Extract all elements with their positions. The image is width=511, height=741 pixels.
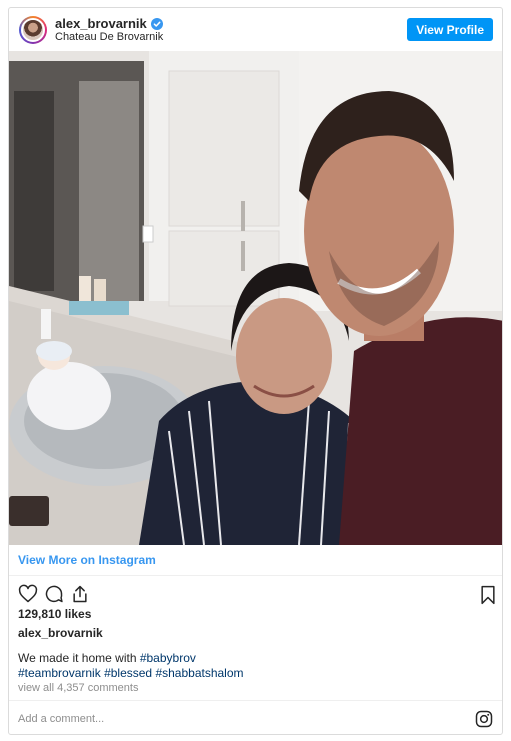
hashtag-link[interactable]: #babybrov: [140, 651, 196, 665]
instagram-logo-icon[interactable]: [475, 710, 493, 728]
heart-icon[interactable]: [18, 584, 38, 604]
location-link[interactable]: Chateau De Brovarnik: [55, 31, 163, 43]
view-more-link[interactable]: View More on Instagram: [9, 545, 502, 576]
avatar-image: [21, 18, 45, 42]
instagram-embed-card: alex_brovarnik Chateau De Brovarnik View…: [8, 7, 503, 735]
avatar[interactable]: [19, 16, 47, 44]
caption-username[interactable]: alex_brovarnik: [18, 626, 103, 640]
hashtag-link[interactable]: #teambrovarnik: [18, 666, 101, 680]
likes-count[interactable]: 129,810 likes: [18, 607, 91, 621]
caption: We made it home with #babybrov #teambrov…: [18, 651, 488, 681]
action-bar: [17, 584, 496, 606]
caption-text: We made it home with: [18, 651, 140, 665]
hashtag-link[interactable]: #blessed: [104, 666, 152, 680]
username-link[interactable]: alex_brovarnik: [55, 16, 147, 31]
username-row: alex_brovarnik: [55, 16, 163, 31]
view-profile-button[interactable]: View Profile: [407, 18, 493, 41]
add-comment-placeholder: Add a comment...: [18, 712, 105, 725]
bookmark-icon[interactable]: [478, 584, 498, 606]
verified-badge-icon: [150, 17, 163, 30]
photo-illustration: [9, 51, 502, 545]
view-all-comments-link[interactable]: view all 4,357 comments: [18, 682, 138, 694]
add-comment-bar[interactable]: Add a comment...: [9, 700, 502, 734]
post-photo[interactable]: [9, 51, 502, 545]
hashtag-link[interactable]: #shabbatshalom: [155, 666, 243, 680]
post-header: alex_brovarnik Chateau De Brovarnik View…: [9, 8, 502, 51]
comment-icon[interactable]: [44, 584, 64, 604]
share-icon[interactable]: [70, 584, 90, 604]
